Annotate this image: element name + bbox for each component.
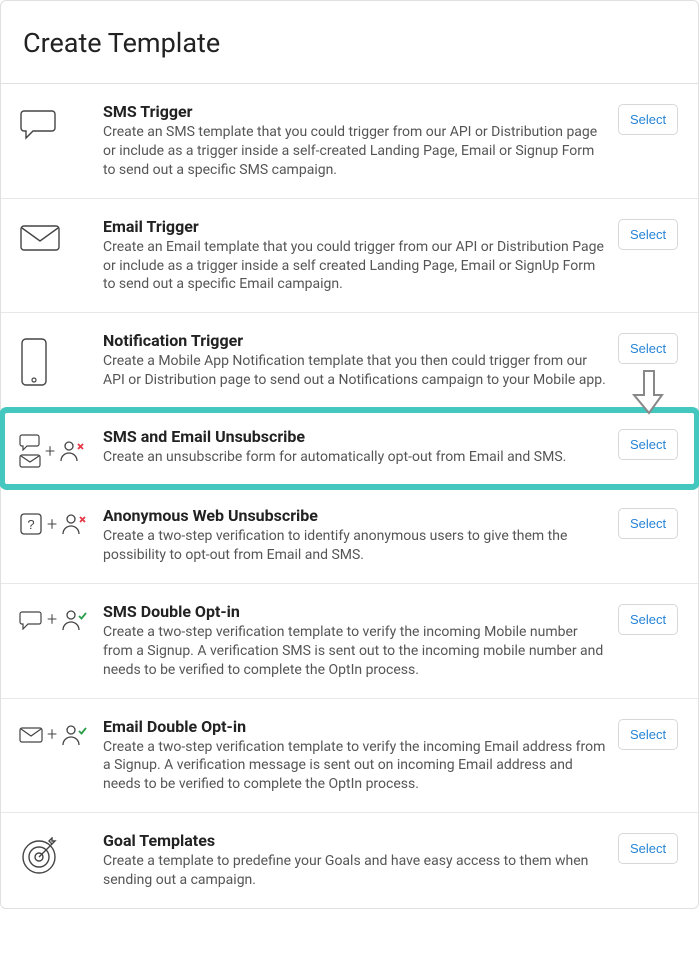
action: Select <box>618 717 684 750</box>
row-title: Email Double Opt-in <box>103 717 606 736</box>
action: Select <box>618 102 684 135</box>
select-button[interactable]: Select <box>618 104 678 135</box>
row-desc: Create an Email template that you could … <box>103 238 606 295</box>
action: Select <box>618 831 684 864</box>
row-desc: Create a template to predefine your Goal… <box>103 852 606 890</box>
row-desc: Create a two-step verification to identi… <box>103 527 606 565</box>
content: Email Trigger Create an Email template t… <box>103 217 618 295</box>
content: Email Double Opt-in Create a two-step ve… <box>103 717 618 795</box>
content: SMS and Email Unsubscribe Create an unsu… <box>103 427 618 467</box>
action: Select <box>618 331 684 364</box>
page-title: Create Template <box>23 27 676 59</box>
envelope-small-icon <box>19 453 41 469</box>
row-title: Notification Trigger <box>103 331 606 350</box>
target-icon <box>19 837 59 877</box>
action: Select <box>618 506 684 539</box>
select-button[interactable]: Select <box>618 333 678 364</box>
row-sms-email-unsubscribe: + SMS and Email Unsubscribe Create an un… <box>1 409 698 488</box>
plus-icon: + <box>47 609 57 630</box>
row-title: Anonymous Web Unsubscribe <box>103 506 606 525</box>
row-goal-templates: Goal Templates Create a template to pred… <box>1 813 698 908</box>
user-check-icon <box>61 723 87 747</box>
panel-header: Create Template <box>1 1 698 84</box>
content: Goal Templates Create a template to pred… <box>103 831 618 890</box>
row-email-trigger: Email Trigger Create an Email template t… <box>1 199 698 314</box>
content: Anonymous Web Unsubscribe Create a two-s… <box>103 506 618 565</box>
speech-bubble-small-icon <box>19 433 41 451</box>
select-button[interactable]: Select <box>618 604 678 635</box>
content: Notification Trigger Create a Mobile App… <box>103 331 618 390</box>
phone-icon <box>19 337 49 387</box>
row-email-double-optin: + Email Double Opt-in Create a two-step … <box>1 699 698 814</box>
plus-icon: + <box>47 514 57 535</box>
action: Select <box>618 217 684 250</box>
row-title: SMS Double Opt-in <box>103 602 606 621</box>
user-check-icon <box>61 608 87 632</box>
icon-col: ? + <box>15 506 103 536</box>
select-button[interactable]: Select <box>618 508 678 539</box>
row-desc: Create a two-step verification template … <box>103 738 606 795</box>
envelope-icon <box>19 223 61 253</box>
content: SMS Trigger Create an SMS template that … <box>103 102 618 180</box>
row-desc: Create a Mobile App Notification templat… <box>103 352 606 390</box>
icon-col <box>15 331 103 387</box>
svg-text:?: ? <box>27 517 34 532</box>
plus-icon: + <box>47 724 57 745</box>
row-notification-trigger: Notification Trigger Create a Mobile App… <box>1 313 698 409</box>
icon-col <box>15 217 103 253</box>
row-title: Email Trigger <box>103 217 606 236</box>
envelope-small-icon <box>19 726 43 744</box>
row-title: SMS and Email Unsubscribe <box>103 427 606 446</box>
question-box-icon: ? <box>19 512 43 536</box>
icon-col <box>15 831 103 877</box>
arrow-down-icon <box>632 369 666 415</box>
user-remove-icon <box>61 512 87 536</box>
row-anonymous-unsubscribe: ? + Anonymous Web Unsubscribe Create a t… <box>1 488 698 584</box>
row-title: SMS Trigger <box>103 102 606 121</box>
row-title: Goal Templates <box>103 831 606 850</box>
plus-icon: + <box>45 441 55 462</box>
select-button[interactable]: Select <box>618 429 678 460</box>
select-button[interactable]: Select <box>618 219 678 250</box>
icon-col: + <box>15 602 103 632</box>
select-button[interactable]: Select <box>618 719 678 750</box>
action: Select <box>618 427 684 460</box>
content: SMS Double Opt-in Create a two-step veri… <box>103 602 618 680</box>
icon-col <box>15 102 103 142</box>
user-remove-icon <box>59 439 85 463</box>
row-desc: Create an unsubscribe form for automatic… <box>103 448 606 467</box>
row-sms-trigger: SMS Trigger Create an SMS template that … <box>1 84 698 199</box>
create-template-panel: Create Template SMS Trigger Create an SM… <box>0 0 699 909</box>
action: Select <box>618 602 684 635</box>
row-desc: Create a two-step verification template … <box>103 623 606 680</box>
icon-col: + <box>15 717 103 747</box>
icon-col: + <box>15 427 103 469</box>
speech-bubble-icon <box>19 108 59 142</box>
speech-bubble-small-icon <box>19 610 43 630</box>
select-button[interactable]: Select <box>618 833 678 864</box>
row-desc: Create an SMS template that you could tr… <box>103 123 606 180</box>
row-sms-double-optin: + SMS Double Opt-in Create a two-step ve… <box>1 584 698 699</box>
